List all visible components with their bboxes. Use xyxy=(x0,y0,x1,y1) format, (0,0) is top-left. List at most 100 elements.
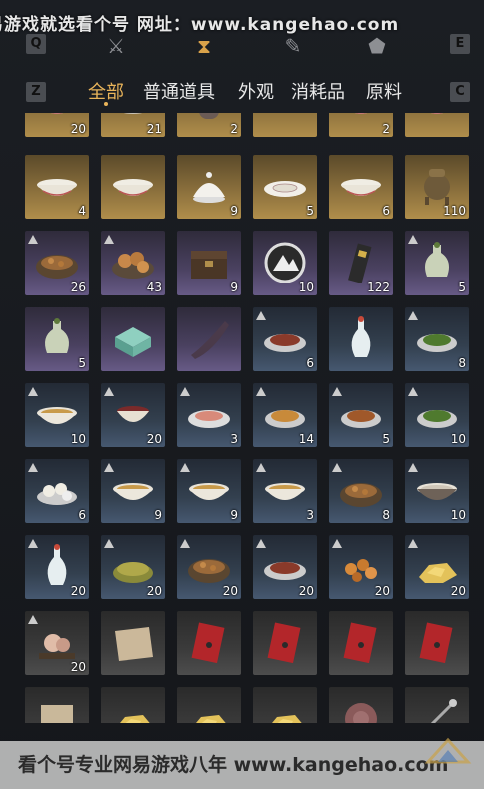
item-count: 6 xyxy=(78,508,86,522)
inventory-slot[interactable]: 20 xyxy=(329,535,393,599)
tab-common-items[interactable]: 普通道具 xyxy=(143,78,215,104)
item-count: 9 xyxy=(230,204,238,218)
tab-consumables[interactable]: 消耗品 xyxy=(291,78,345,104)
inventory-slot[interactable] xyxy=(329,687,393,723)
item-envelope-icon xyxy=(343,622,377,663)
inventory-slot[interactable]: 8 xyxy=(329,459,393,523)
watermark-top: 易游戏就选看个号 网址：www.kangehao.com xyxy=(0,15,400,35)
item-chest-icon xyxy=(191,251,227,279)
inventory-slot[interactable] xyxy=(329,307,393,371)
inventory-slot[interactable]: 6 xyxy=(329,155,393,219)
upgrade-badge-icon xyxy=(332,539,342,548)
item-buns-icon xyxy=(112,252,154,279)
inventory-slot[interactable]: 2 xyxy=(329,113,393,137)
item-count: 10 xyxy=(70,432,86,446)
inventory-slot[interactable]: 122 xyxy=(329,231,393,295)
inventory-slot[interactable] xyxy=(329,611,393,675)
item-censer-icon xyxy=(424,169,450,205)
tab-appearance[interactable]: 外观 xyxy=(238,78,274,104)
inventory-slot[interactable]: 4 xyxy=(25,155,89,219)
inventory-slot[interactable]: 6 xyxy=(253,307,317,371)
inventory-slot[interactable] xyxy=(253,113,317,137)
inventory-row: 10 20 3 14 5 10 xyxy=(25,383,471,447)
inventory-slot[interactable]: 5 xyxy=(405,231,469,295)
item-soup-icon xyxy=(113,483,153,500)
upgrade-badge-icon xyxy=(332,387,342,396)
item-envelope-icon xyxy=(267,622,301,663)
item-cloth-icon xyxy=(115,627,153,661)
inventory-window: 易游戏就选看个号 网址：www.kangehao.com Q ⚔ ⧗ ✎ ⬟ E… xyxy=(0,0,484,789)
inventory-slot[interactable]: 10 xyxy=(253,231,317,295)
inventory-slot[interactable]: 20 xyxy=(177,535,241,599)
inventory-slot[interactable]: 26 xyxy=(25,231,89,295)
inventory-slot[interactable] xyxy=(101,611,165,675)
key-hint-z[interactable]: Z xyxy=(26,82,46,102)
inventory-slot[interactable]: 9 xyxy=(177,155,241,219)
inventory-slot[interactable]: 9 xyxy=(101,459,165,523)
inventory-slot[interactable] xyxy=(253,687,317,723)
item-count: 9 xyxy=(230,508,238,522)
upgrade-badge-icon xyxy=(256,387,266,396)
item-stick-icon xyxy=(430,699,457,723)
item-noodles-icon xyxy=(265,410,305,428)
inventory-slot[interactable]: 43 xyxy=(101,231,165,295)
inventory-slot[interactable]: 21 xyxy=(101,113,165,137)
item-talisman-icon xyxy=(348,243,372,283)
inventory-slot[interactable]: 5 xyxy=(329,383,393,447)
inventory-slot[interactable]: 20 xyxy=(25,535,89,599)
inventory-slot[interactable]: 110 xyxy=(405,155,469,219)
inventory-slot[interactable]: 20 xyxy=(25,113,89,137)
upgrade-badge-icon xyxy=(332,463,342,472)
item-count: 20 xyxy=(146,432,162,446)
inventory-slot[interactable]: 20 xyxy=(101,535,165,599)
inventory-slot[interactable]: 20 xyxy=(253,535,317,599)
inventory-slot[interactable]: 20 xyxy=(101,383,165,447)
inventory-slot[interactable] xyxy=(101,155,165,219)
inventory-slot[interactable] xyxy=(25,687,89,723)
inventory-slot[interactable]: 5 xyxy=(253,155,317,219)
inventory-slot[interactable] xyxy=(405,611,469,675)
tab-all[interactable]: 全部 xyxy=(88,78,124,104)
inventory-slot[interactable]: 10 xyxy=(405,459,469,523)
item-soup-icon xyxy=(265,483,305,500)
inventory-slot[interactable]: 5 xyxy=(25,307,89,371)
inventory-slot[interactable]: 6 xyxy=(25,459,89,523)
key-hint-c[interactable]: C xyxy=(450,82,470,102)
inventory-slot[interactable]: 10 xyxy=(25,383,89,447)
inventory-slot[interactable] xyxy=(101,687,165,723)
inventory-slot[interactable]: 20 xyxy=(405,535,469,599)
item-emblem-icon xyxy=(264,242,306,283)
inventory-slot[interactable]: 3 xyxy=(177,383,241,447)
upgrade-badge-icon xyxy=(408,539,418,548)
inventory-slot[interactable]: 20 xyxy=(25,611,89,675)
inventory-slot[interactable] xyxy=(177,611,241,675)
inventory-slot[interactable] xyxy=(405,113,469,137)
item-count: 5 xyxy=(458,280,466,294)
item-count: 3 xyxy=(306,508,314,522)
inventory-slot[interactable]: 14 xyxy=(253,383,317,447)
inventory-row: 20 20 20 20 20 20 xyxy=(25,535,471,599)
upgrade-badge-icon xyxy=(28,387,38,396)
item-lidbowl-icon xyxy=(193,172,225,203)
item-grains-icon xyxy=(113,562,153,583)
inventory-slot[interactable]: 2 xyxy=(177,113,241,137)
item-count: 43 xyxy=(146,280,162,294)
inventory-slot[interactable] xyxy=(405,687,469,723)
item-count: 5 xyxy=(382,432,390,446)
inventory-slot[interactable] xyxy=(177,307,241,371)
inventory-slot[interactable]: 3 xyxy=(253,459,317,523)
tab-materials[interactable]: 原料 xyxy=(366,78,402,104)
item-count: 20 xyxy=(374,584,390,598)
inventory-slot[interactable]: 9 xyxy=(177,231,241,295)
item-count: 20 xyxy=(146,584,162,598)
item-grid: 20 21 2 2 4 9 5 6 110 26 43 9 10 122 5 5 6 8 10 20 3 14 5 10 6 9 9… xyxy=(25,113,471,723)
item-disc-icon xyxy=(345,703,377,723)
item-count: 20 xyxy=(70,660,86,674)
inventory-slot[interactable] xyxy=(101,307,165,371)
inventory-slot[interactable] xyxy=(177,687,241,723)
inventory-slot[interactable]: 8 xyxy=(405,307,469,371)
inventory-slot[interactable]: 10 xyxy=(405,383,469,447)
item-count: 20 xyxy=(222,584,238,598)
inventory-slot[interactable]: 9 xyxy=(177,459,241,523)
inventory-slot[interactable] xyxy=(253,611,317,675)
